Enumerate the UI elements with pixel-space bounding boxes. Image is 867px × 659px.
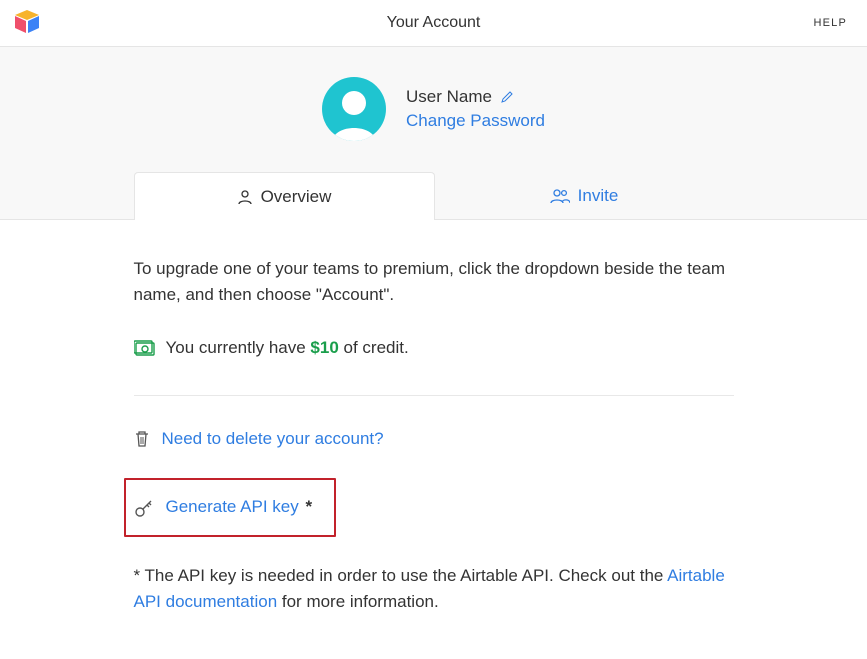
asterisk: *	[305, 497, 312, 516]
user-meta: User Name Change Password	[406, 87, 545, 131]
hero-band: User Name Change Password Overview Invit…	[0, 47, 867, 220]
upgrade-text: To upgrade one of your teams to premium,…	[134, 256, 734, 309]
divider	[134, 395, 734, 396]
user-name: User Name	[406, 87, 492, 107]
money-icon	[134, 339, 156, 357]
credit-amount: $10	[310, 338, 338, 357]
api-key-highlight: Generate API key *	[124, 478, 337, 536]
api-note: * The API key is needed in order to use …	[134, 563, 734, 616]
delete-account-row: Need to delete your account?	[134, 426, 734, 452]
avatar	[322, 77, 386, 141]
people-icon	[550, 188, 570, 204]
credit-text: You currently have $10 of credit.	[166, 335, 409, 361]
credit-suffix: of credit.	[339, 338, 409, 357]
api-key-text: Generate API key *	[166, 494, 313, 520]
logo[interactable]	[14, 10, 40, 34]
tab-invite-label: Invite	[578, 186, 619, 206]
key-icon	[134, 498, 154, 518]
help-link[interactable]: HELP	[813, 17, 847, 29]
tab-overview-label: Overview	[261, 187, 332, 207]
page-title: Your Account	[0, 14, 867, 32]
credit-prefix: You currently have	[166, 338, 311, 357]
credit-row: You currently have $10 of credit.	[134, 335, 734, 361]
tab-overview[interactable]: Overview	[134, 172, 435, 220]
api-note-suffix: for more information.	[277, 592, 439, 611]
trash-icon	[134, 430, 150, 448]
tabs: Overview Invite	[134, 171, 734, 219]
pencil-icon[interactable]	[500, 90, 514, 104]
topbar: Your Account HELP	[0, 0, 867, 47]
api-note-prefix: * The API key is needed in order to use …	[134, 566, 668, 585]
user-name-row: User Name	[406, 87, 545, 107]
content: To upgrade one of your teams to premium,…	[134, 220, 734, 651]
profile-block: User Name Change Password	[0, 47, 867, 165]
person-icon	[237, 189, 253, 205]
tab-invite[interactable]: Invite	[435, 171, 734, 219]
delete-account-link[interactable]: Need to delete your account?	[162, 426, 384, 452]
generate-api-key-link[interactable]: Generate API key	[166, 497, 299, 516]
change-password-link[interactable]: Change Password	[406, 111, 545, 131]
